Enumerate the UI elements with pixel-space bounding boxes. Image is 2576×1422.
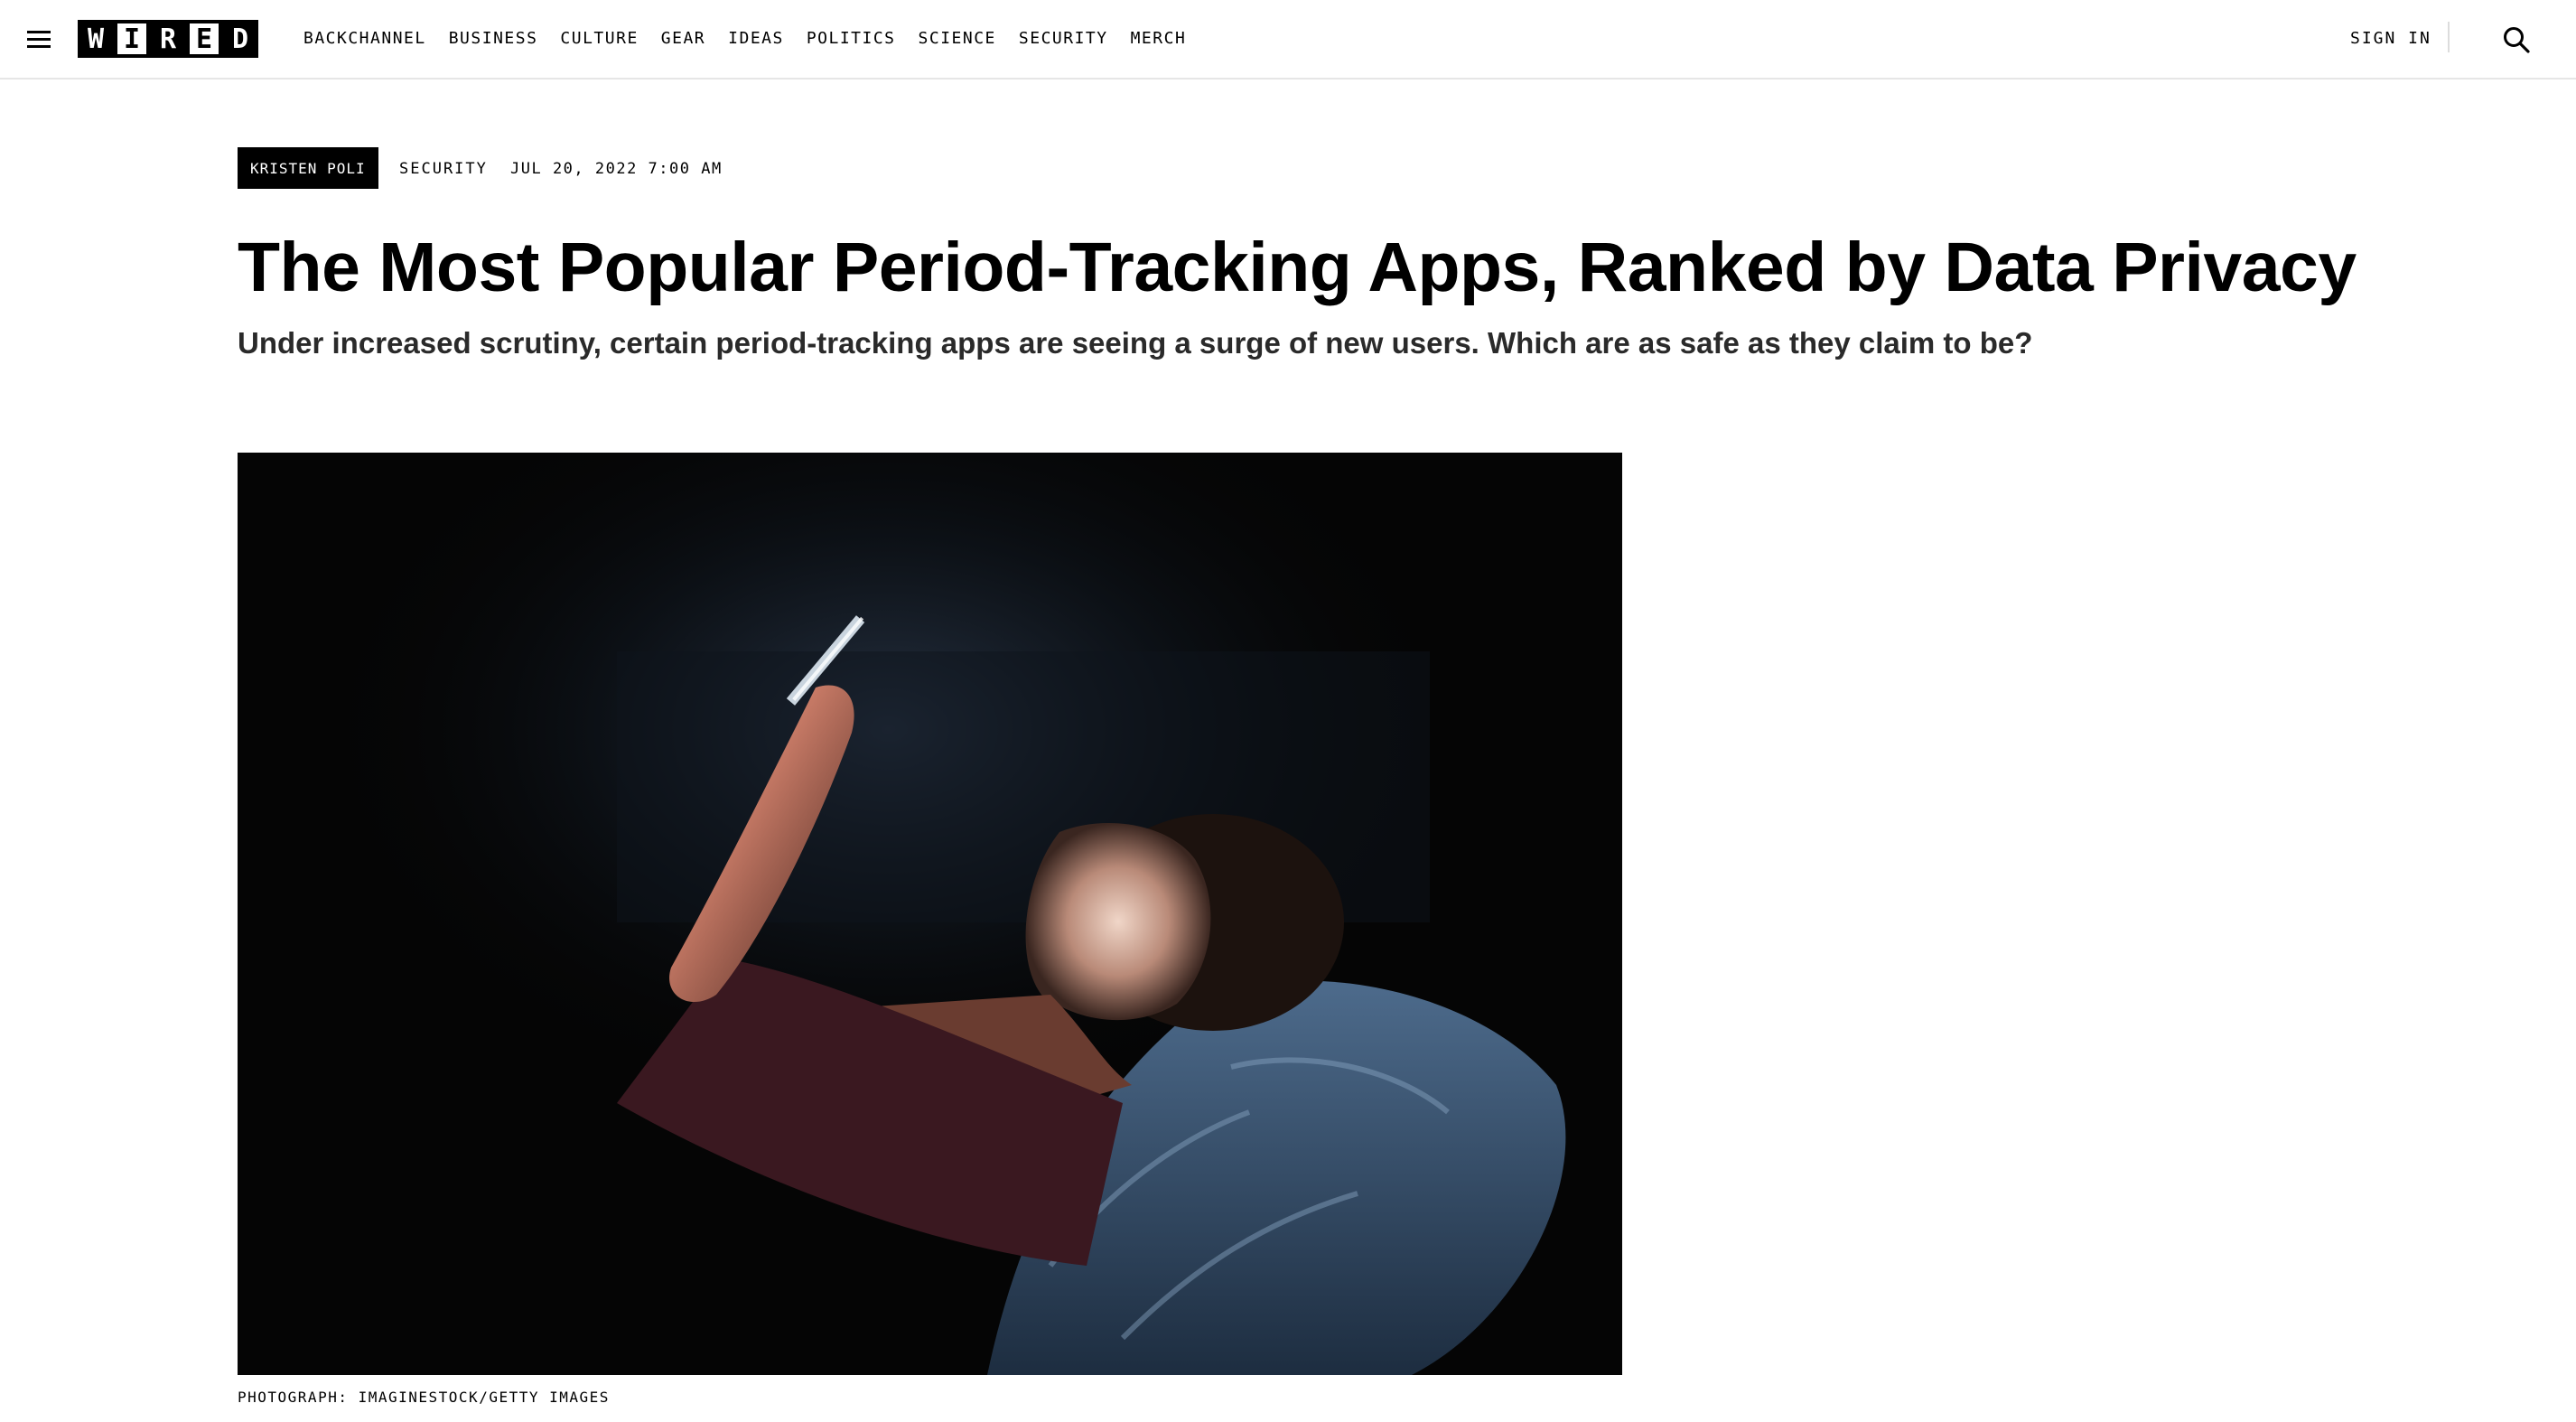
nav-item-culture[interactable]: CULTURE <box>560 29 638 49</box>
nav-item-politics[interactable]: POLITICS <box>807 29 896 49</box>
nav-item-business[interactable]: BUSINESS <box>449 29 538 49</box>
nav-item-backchannel[interactable]: BACKCHANNEL <box>303 29 426 49</box>
sign-in-link[interactable]: SIGN IN <box>2350 29 2431 49</box>
logo-letter-d: D <box>222 20 258 58</box>
publish-date: JUL 20, 2022 7:00 AM <box>510 160 723 178</box>
logo-letter-e: E <box>186 20 222 58</box>
logo-letter-w: W <box>78 20 114 58</box>
main-nav: BACKCHANNEL BUSINESS CULTURE GEAR IDEAS … <box>303 29 1186 49</box>
site-header: W I R E D BACKCHANNEL BUSINESS CULTURE G… <box>0 0 2576 80</box>
logo-letter-r: R <box>150 20 186 58</box>
article-dek: Under increased scrutiny, certain period… <box>238 326 2033 360</box>
article-title: The Most Popular Period-Tracking Apps, R… <box>238 229 2357 306</box>
nav-item-science[interactable]: SCIENCE <box>919 29 996 49</box>
category-rubric[interactable]: SECURITY <box>399 159 488 179</box>
search-icon[interactable] <box>2502 25 2531 54</box>
hero-photo <box>238 453 1622 1375</box>
photo-caption: PHOTOGRAPH: IMAGINESTOCK/GETTY IMAGES <box>238 1389 610 1406</box>
header-divider <box>2448 22 2450 52</box>
author-byline-tag[interactable]: KRISTEN POLI <box>238 147 378 189</box>
nav-item-security[interactable]: SECURITY <box>1019 29 1108 49</box>
hamburger-menu-icon[interactable] <box>27 27 52 51</box>
nav-item-merch[interactable]: MERCH <box>1131 29 1187 49</box>
nav-item-ideas[interactable]: IDEAS <box>728 29 784 49</box>
logo-letter-i: I <box>114 20 150 58</box>
nav-item-gear[interactable]: GEAR <box>661 29 705 49</box>
wired-logo[interactable]: W I R E D <box>78 20 258 58</box>
